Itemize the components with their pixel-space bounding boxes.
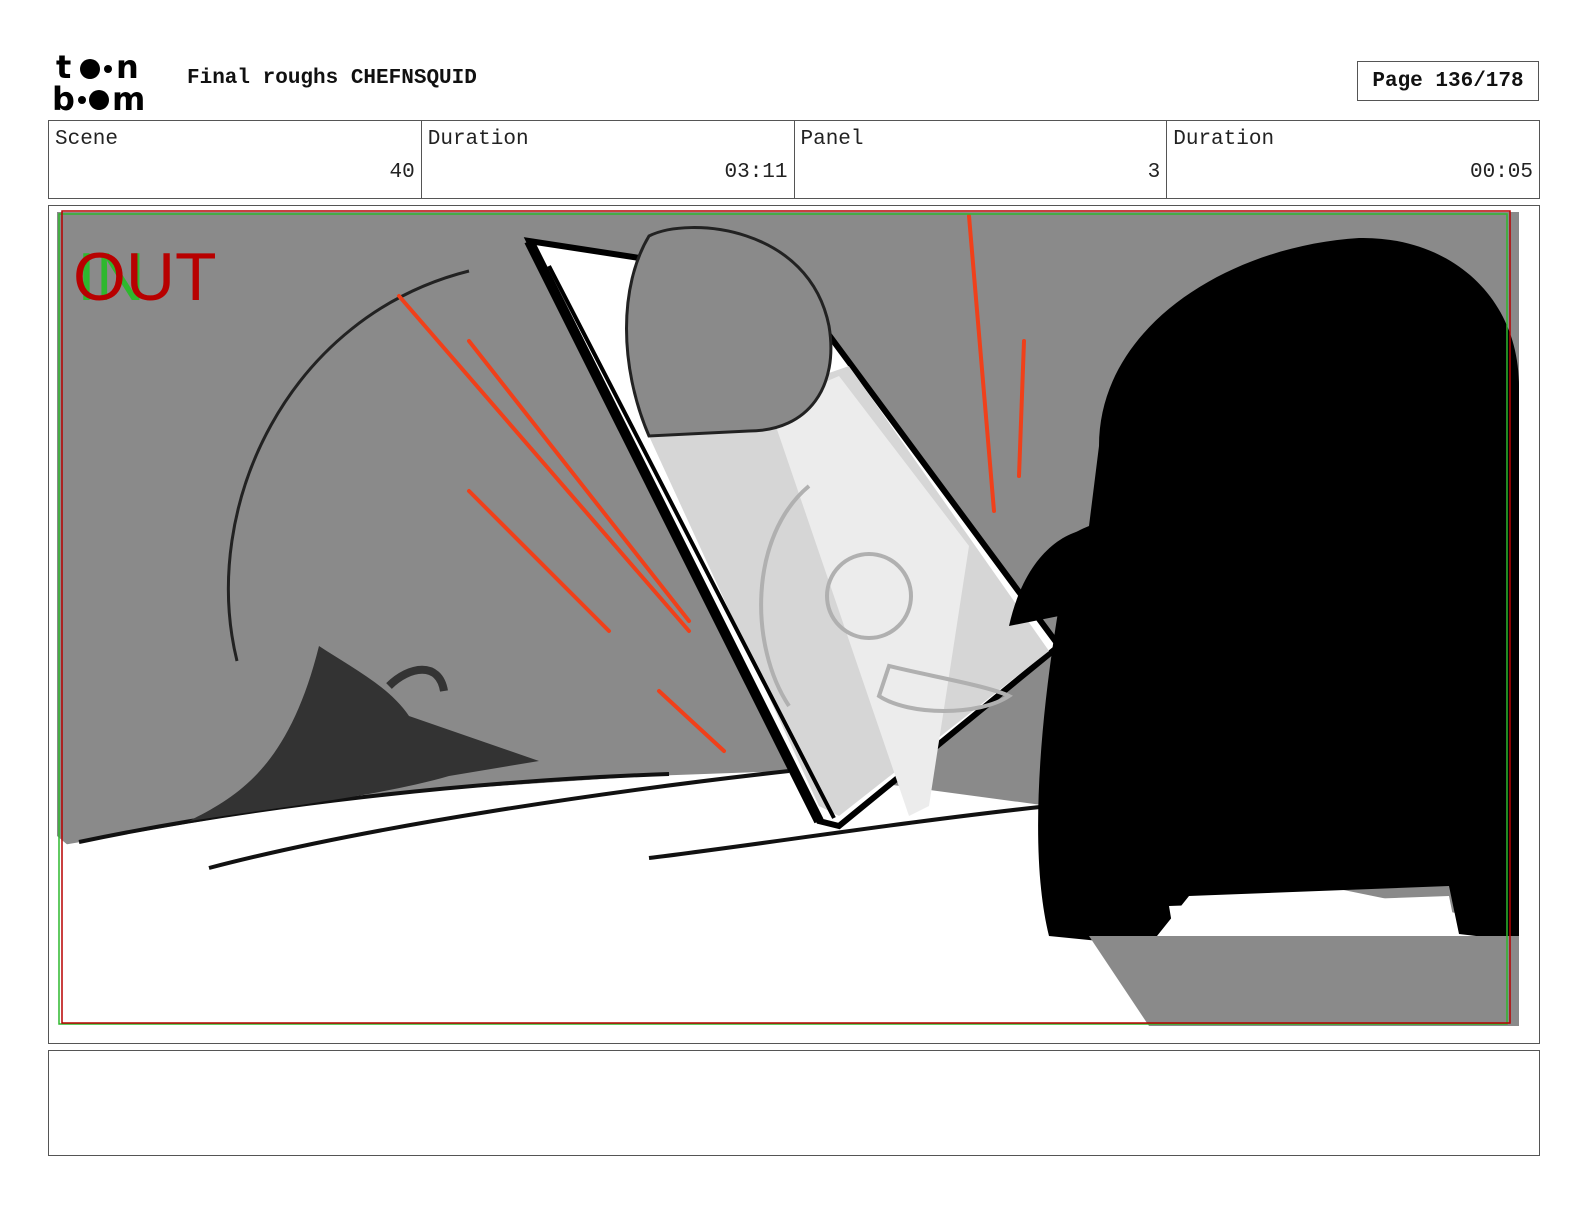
scene-duration-value: 03:11 [724,161,788,184]
scene-info-table: Scene 40 Duration 03:11 Panel 3 Duration… [48,120,1540,199]
panel-duration-value: 00:05 [1469,161,1533,184]
panel-artwork: IN OUT [57,210,1519,1043]
page-number: Page 136/178 [1357,61,1539,101]
panel-duration-cell: Duration 00:05 [1166,121,1539,198]
svg-text:b: b [52,80,75,114]
toon-boom-logo: t n b m [52,50,145,114]
scene-value: 40 [389,161,415,184]
svg-text:m: m [112,80,145,114]
floor-shadow [1089,936,1519,1026]
panel-notes [48,1050,1540,1156]
panel-value: 3 [1147,161,1161,184]
scene-label: Scene [55,128,119,151]
scene-duration-label: Duration [427,128,529,151]
panel-duration-label: Duration [1173,128,1275,151]
panel-cell: Panel 3 [793,121,1167,198]
storyboard-panel: IN OUT [48,205,1540,1044]
scene-duration-cell: Duration 03:11 [420,121,794,198]
panel-label: Panel [800,128,864,151]
out-marker: OUT [73,239,217,315]
scene-cell: Scene 40 [49,121,421,198]
document-title: Final roughs CHEFNSQUID [187,67,477,90]
